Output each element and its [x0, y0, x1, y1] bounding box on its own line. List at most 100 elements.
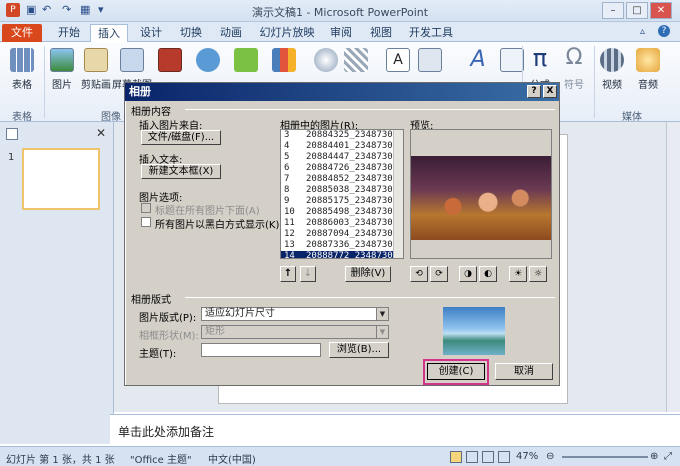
language[interactable]: 中文(中国) — [208, 451, 256, 466]
album-layout-label: 相册版式 — [131, 295, 171, 306]
theme-input[interactable] — [201, 343, 321, 357]
theme-name[interactable]: "Office 主题" — [130, 451, 192, 466]
list-item[interactable]: 12 20887094_2348730 — [281, 229, 403, 240]
ribbon-minimize-icon[interactable]: ▵ — [640, 26, 645, 37]
datetime-icon[interactable] — [500, 48, 524, 72]
tab-design[interactable]: 设计 — [134, 24, 168, 42]
photo-album-icon[interactable] — [158, 48, 182, 72]
video-button-label[interactable]: 视频 — [596, 76, 628, 91]
create-button[interactable]: 创建(C) — [427, 363, 485, 380]
picture-layout-label: 图片版式(P): — [139, 313, 197, 324]
tab-review[interactable]: 审阅 — [324, 24, 358, 42]
video-icon[interactable] — [600, 48, 624, 72]
picture-layout-select[interactable]: 适应幻灯片尺寸 ▼ — [201, 307, 389, 321]
list-item[interactable]: 6 20884726_2348730 — [281, 163, 403, 174]
list-item[interactable]: 7 20884852_2348730 — [281, 174, 403, 185]
formula-icon[interactable]: π — [528, 46, 552, 70]
sorter-view-icon[interactable] — [466, 451, 478, 463]
tab-file[interactable]: 文件 — [2, 24, 42, 42]
chevron-down-icon[interactable]: ▼ — [376, 308, 388, 320]
picture-icon[interactable] — [50, 48, 74, 72]
audio-icon[interactable] — [636, 48, 660, 72]
fit-window-icon[interactable]: ⤢ — [664, 451, 672, 462]
notes-pane[interactable]: 单击此处添加备注 — [110, 414, 680, 446]
header-footer-icon[interactable] — [418, 48, 442, 72]
move-up-button[interactable]: ↑ — [280, 266, 296, 282]
list-item-selected[interactable]: 14 20888772_2348730 — [281, 251, 403, 258]
tab-slideshow[interactable]: 幻灯片放映 — [258, 24, 316, 42]
notes-placeholder[interactable]: 单击此处添加备注 — [118, 423, 214, 440]
contrast-down-icon[interactable]: ◐ — [479, 266, 497, 282]
layout-preview-thumbnail — [443, 307, 505, 355]
textbox-icon[interactable]: A — [386, 48, 410, 72]
shapes-icon[interactable] — [196, 48, 220, 72]
tab-animations[interactable]: 动画 — [214, 24, 248, 42]
table-icon[interactable] — [10, 48, 34, 72]
tab-home[interactable]: 开始 — [52, 24, 86, 42]
list-item[interactable]: 8 20885038_2348730 — [281, 185, 403, 196]
help-icon[interactable]: ? — [658, 25, 670, 37]
move-down-button[interactable]: ↓ — [300, 266, 316, 282]
rotate-left-icon[interactable]: ⟲ — [410, 266, 428, 282]
hyperlink-icon[interactable] — [314, 48, 338, 72]
tab-transitions[interactable]: 切换 — [174, 24, 208, 42]
zoom-in-icon[interactable]: ⊕ — [650, 451, 658, 462]
list-item[interactable]: 10 20885498_2348730 — [281, 207, 403, 218]
new-textbox-button[interactable]: 新建文本框(X) — [141, 164, 221, 179]
picture-button-label[interactable]: 图片 — [46, 76, 78, 91]
symbol-icon[interactable]: Ω — [562, 46, 586, 70]
tab-view[interactable]: 视图 — [364, 24, 398, 42]
caption-below-checkbox[interactable] — [141, 203, 151, 213]
remove-button[interactable]: 删除(V) — [345, 266, 391, 282]
screenshot-icon[interactable] — [120, 48, 144, 72]
browse-button[interactable]: 浏览(B)... — [329, 342, 389, 358]
minimize-button[interactable]: – — [602, 2, 624, 19]
list-item[interactable]: 3 20884325_2348730 — [281, 130, 403, 141]
list-item[interactable]: 11 20886003_2348730 — [281, 218, 403, 229]
tab-insert[interactable]: 插入 — [90, 24, 128, 42]
chevron-down-icon[interactable]: ▼ — [376, 326, 388, 338]
list-item[interactable]: 5 20884447_2348730 — [281, 152, 403, 163]
audio-button-label[interactable]: 音频 — [632, 76, 664, 91]
table-button-label[interactable]: 表格 — [4, 76, 40, 91]
clipart-icon[interactable] — [84, 48, 108, 72]
clipart-button-label[interactable]: 剪贴画 — [78, 76, 114, 91]
group-label-images: 图像 — [101, 112, 121, 123]
zoom-level[interactable]: 47% — [516, 451, 538, 462]
dialog-help-button[interactable]: ? — [527, 85, 541, 98]
frame-shape-select[interactable]: 矩形 ▼ — [201, 325, 389, 339]
contrast-up-icon[interactable]: ◑ — [459, 266, 477, 282]
black-white-checkbox[interactable] — [141, 217, 151, 227]
slideshow-view-icon[interactable] — [498, 451, 510, 463]
file-disk-button[interactable]: 文件/磁盘(F)... — [141, 130, 221, 145]
dialog-title: 相册 — [125, 83, 559, 101]
picture-list[interactable]: 3 20884325_2348730 4 20884401_2348730 5 208… — [280, 129, 404, 259]
symbol-button-label[interactable]: 符号 — [558, 76, 590, 91]
list-item[interactable]: 4 20884401_2348730 — [281, 141, 403, 152]
zoom-out-icon[interactable]: ⊖ — [546, 451, 554, 462]
reading-view-icon[interactable] — [482, 451, 494, 463]
maximize-button[interactable]: □ — [626, 2, 648, 19]
vertical-scrollbar[interactable] — [666, 122, 680, 412]
preview-image — [411, 156, 551, 240]
normal-view-icon[interactable] — [450, 451, 462, 463]
rotate-right-icon[interactable]: ⟳ — [430, 266, 448, 282]
smartart-icon[interactable] — [234, 48, 258, 72]
close-pane-icon[interactable]: ✕ — [96, 126, 106, 140]
list-item[interactable]: 9 20885175_2348730 — [281, 196, 403, 207]
tab-developer[interactable]: 开发工具 — [406, 24, 456, 42]
chart-icon[interactable] — [272, 48, 296, 72]
zoom-slider[interactable] — [562, 456, 648, 458]
slide-thumbnail[interactable] — [22, 148, 100, 210]
list-item[interactable]: 13 20887336_2348730 — [281, 240, 403, 251]
close-window-button[interactable]: ✕ — [650, 2, 672, 19]
brightness-down-icon[interactable]: ☼ — [529, 266, 547, 282]
theme-label: 主题(T): — [139, 349, 177, 360]
dialog-close-button[interactable]: X — [543, 85, 557, 98]
slides-tab-icon[interactable] — [6, 128, 18, 140]
list-scrollbar[interactable] — [393, 130, 403, 258]
action-icon[interactable] — [344, 48, 368, 72]
wordart-icon[interactable]: A — [466, 48, 490, 72]
cancel-button[interactable]: 取消 — [495, 363, 553, 380]
brightness-up-icon[interactable]: ☀ — [509, 266, 527, 282]
